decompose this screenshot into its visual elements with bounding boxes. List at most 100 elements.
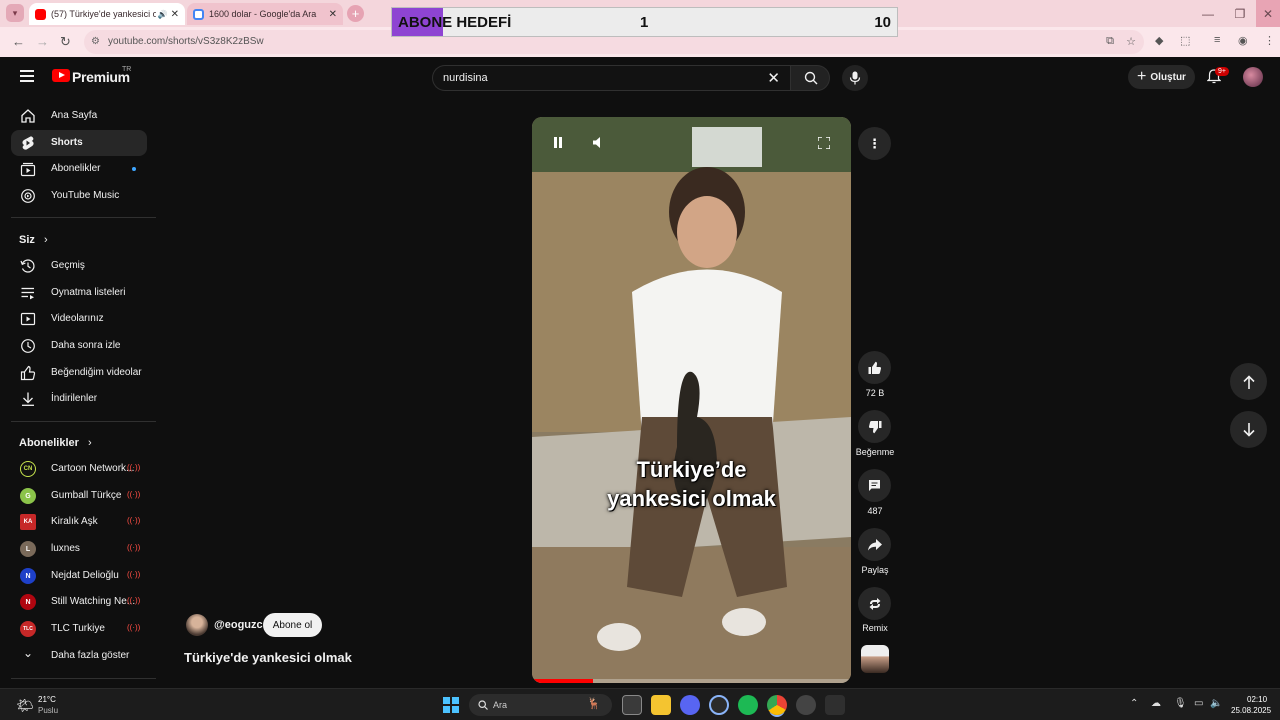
channel-avatar[interactable] bbox=[186, 614, 208, 636]
cast-icon[interactable]: ⧉ bbox=[1106, 35, 1114, 48]
extensions-puzzle-icon[interactable]: ⬚ bbox=[1180, 34, 1190, 47]
volume-icon[interactable] bbox=[593, 137, 606, 148]
tray-expand-icon[interactable]: ⌃ bbox=[1130, 698, 1138, 709]
reload-icon[interactable]: ↻ bbox=[60, 34, 71, 50]
dislike-button[interactable] bbox=[858, 410, 891, 443]
comment-count: 487 bbox=[867, 506, 883, 516]
sidebar-channel-item[interactable]: N Nejdat Delioğlu ((·)) bbox=[11, 563, 147, 589]
comments-button[interactable] bbox=[858, 469, 891, 502]
sidebar-item-youtube-music[interactable]: YouTube Music bbox=[11, 183, 147, 209]
browser-tab-active[interactable]: (57) Türkiye'de yankesici olmak 🔊 ✕ bbox=[29, 3, 185, 25]
google-favicon-icon bbox=[193, 8, 204, 20]
sidebar-item-subscriptions[interactable]: Abonelikler bbox=[11, 156, 147, 182]
pause-icon[interactable] bbox=[553, 137, 563, 148]
video-title: Türkiye'de yankesici olmak bbox=[184, 650, 352, 665]
sidebar-channel-item[interactable]: KA Kiralık Aşk ((·)) bbox=[11, 509, 147, 535]
bookmark-star-icon[interactable]: ☆ bbox=[1126, 35, 1136, 48]
tab-close-icon[interactable]: ✕ bbox=[329, 9, 337, 20]
sidebar-channel-item[interactable]: TLC TLC Turkiye ((·)) bbox=[11, 616, 147, 642]
new-tab-button[interactable]: + bbox=[347, 5, 364, 22]
sidebar-item-watch-later[interactable]: Daha sonra izle bbox=[11, 333, 147, 359]
media-control-icon[interactable]: ≡ bbox=[1214, 34, 1220, 46]
browser-tab[interactable]: 1600 dolar - Google'da Ara ✕ bbox=[187, 3, 343, 25]
tab-search-menu-button[interactable]: ▾ bbox=[6, 4, 24, 22]
sidebar-divider bbox=[11, 678, 156, 679]
sidebar: Ana Sayfa Shorts Abonelikler YouTube Mus… bbox=[0, 97, 158, 687]
onedrive-icon[interactable]: ☁ bbox=[1151, 698, 1161, 709]
sidebar-item-your-videos[interactable]: Videolarınız bbox=[11, 306, 147, 332]
minimize-icon[interactable]: — bbox=[1192, 0, 1224, 27]
network-icon[interactable]: ▭ bbox=[1194, 698, 1203, 709]
search-button[interactable] bbox=[790, 65, 830, 91]
steam-icon[interactable] bbox=[709, 695, 729, 715]
spotify-icon[interactable] bbox=[738, 695, 758, 715]
like-count: 72 B bbox=[865, 388, 885, 398]
subscribe-button[interactable]: Abone ol bbox=[263, 613, 322, 637]
show-more-button[interactable]: ⌄ Daha fazla göster bbox=[11, 643, 147, 669]
sidebar-item-shorts[interactable]: Shorts bbox=[11, 130, 147, 156]
youtube-logo-icon[interactable] bbox=[52, 69, 70, 82]
sidebar-channel-item[interactable]: G Gumball Türkçe ((·)) bbox=[11, 483, 147, 509]
channel-handle[interactable]: @eoguzc bbox=[214, 619, 263, 631]
profile-icon[interactable]: ◉ bbox=[1238, 34, 1248, 47]
task-view-icon[interactable] bbox=[622, 695, 642, 715]
share-button[interactable] bbox=[858, 528, 891, 561]
app-icon[interactable] bbox=[825, 695, 845, 715]
restore-icon[interactable]: ❐ bbox=[1224, 0, 1256, 27]
microphone-tray-icon[interactable]: 🎙 bbox=[1174, 698, 1187, 709]
voice-search-button[interactable] bbox=[842, 65, 868, 91]
sidebar-section-subscriptions[interactable]: Abonelikler › bbox=[19, 437, 92, 449]
sidebar-item-history[interactable]: Geçmiş bbox=[11, 253, 147, 279]
history-icon bbox=[20, 259, 35, 273]
discord-icon[interactable] bbox=[680, 695, 700, 715]
microphone-icon bbox=[849, 71, 861, 85]
search-input[interactable]: nurdisina ✕ bbox=[432, 65, 790, 91]
channel-avatar: TLC bbox=[20, 621, 36, 637]
sidebar-item-downloads[interactable]: İndirilenler bbox=[11, 386, 147, 412]
channel-name: Kiralık Aşk bbox=[51, 516, 98, 527]
previous-short-button[interactable] bbox=[1230, 363, 1267, 400]
volume-tray-icon[interactable]: 🔈 bbox=[1210, 698, 1222, 709]
file-explorer-icon[interactable] bbox=[651, 695, 671, 715]
create-button[interactable]: + Oluştur bbox=[1128, 65, 1195, 89]
guide-menu-icon[interactable] bbox=[20, 70, 34, 82]
sidebar-section-you[interactable]: Siz › bbox=[19, 234, 48, 246]
clock-time[interactable]: 02:10 bbox=[1247, 695, 1267, 704]
video-caption: Türkiye’de yankesici olmak bbox=[532, 455, 851, 513]
app-icon[interactable] bbox=[796, 695, 816, 715]
next-short-button[interactable] bbox=[1230, 411, 1267, 448]
audio-source-thumbnail[interactable] bbox=[861, 645, 889, 673]
sidebar-item-liked-videos[interactable]: Beğendiğim videolar bbox=[11, 360, 147, 386]
sidebar-item-home[interactable]: Ana Sayfa bbox=[11, 103, 147, 129]
windows-start-icon[interactable] bbox=[443, 697, 459, 713]
back-icon[interactable]: ← bbox=[12, 34, 25, 49]
browser-menu-icon[interactable]: ⋮ bbox=[1264, 34, 1275, 47]
remix-button[interactable] bbox=[858, 587, 891, 620]
account-avatar[interactable] bbox=[1243, 67, 1263, 87]
site-info-icon[interactable]: ⚙ bbox=[91, 36, 100, 47]
windows-taskbar: 🌤 21°C Puslu Ara 🦌 ⌃ ☁ 🎙 ▭ 🔈 02:10 25.08… bbox=[0, 688, 1280, 720]
channel-avatar: L bbox=[20, 541, 36, 557]
sidebar-channel-item[interactable]: L luxnes ((·)) bbox=[11, 536, 147, 562]
tab-title: (57) Türkiye'de yankesici olmak bbox=[51, 9, 156, 19]
sidebar-channel-item[interactable]: N Still Watching Ne... ((·)) bbox=[11, 589, 147, 615]
weather-icon[interactable]: 🌤 bbox=[16, 697, 34, 714]
more-options-button[interactable]: ⋮ bbox=[858, 127, 891, 160]
sidebar-channel-item[interactable]: CN Cartoon Network... ((·)) bbox=[11, 456, 147, 482]
youtube-favicon-icon bbox=[35, 8, 46, 20]
shorts-icon bbox=[22, 136, 34, 150]
fullscreen-icon[interactable] bbox=[818, 137, 830, 149]
video-progress-bar[interactable] bbox=[532, 679, 851, 683]
window-close-icon[interactable]: ✕ bbox=[1256, 0, 1280, 27]
like-button[interactable] bbox=[858, 351, 891, 384]
chrome-icon[interactable] bbox=[767, 695, 787, 715]
clock-date[interactable]: 25.08.2025 bbox=[1231, 706, 1271, 715]
shorts-video-player[interactable]: Türkiye’de yankesici olmak bbox=[532, 117, 851, 683]
search-icon bbox=[478, 700, 488, 710]
clear-search-icon[interactable]: ✕ bbox=[767, 69, 780, 87]
taskbar-search-box[interactable]: Ara 🦌 bbox=[469, 694, 612, 716]
forward-icon[interactable]: → bbox=[36, 34, 49, 49]
extension-icon[interactable]: ◆ bbox=[1155, 34, 1163, 47]
tab-close-icon[interactable]: ✕ bbox=[171, 9, 179, 20]
sidebar-item-playlists[interactable]: Oynatma listeleri bbox=[11, 280, 147, 306]
